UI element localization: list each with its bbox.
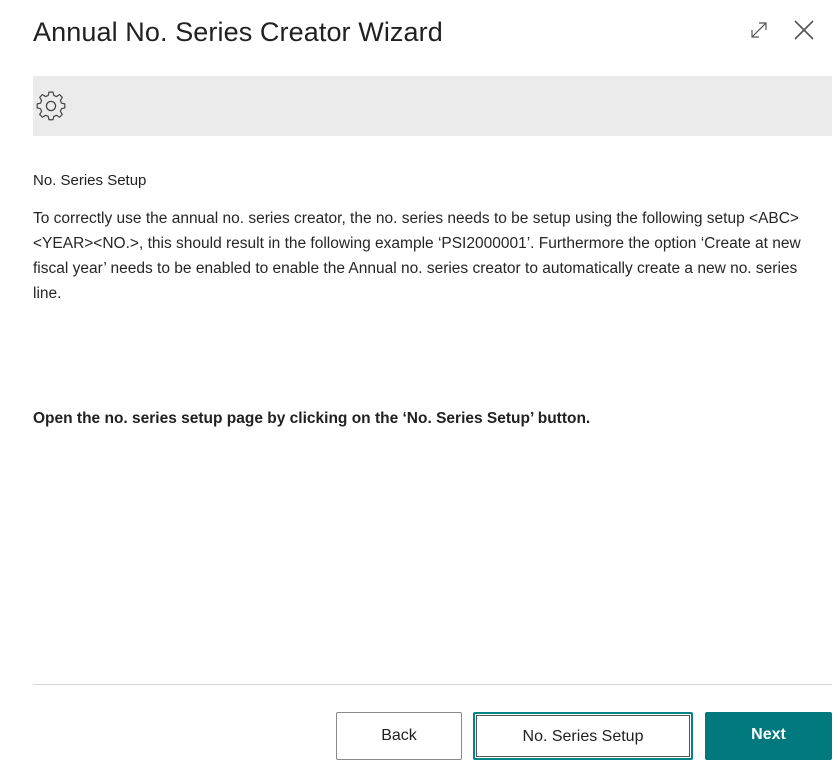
next-button-label: Next xyxy=(751,726,786,743)
footer-divider xyxy=(33,684,832,685)
back-button-label: Back xyxy=(381,727,417,744)
close-icon[interactable] xyxy=(788,14,820,46)
no-series-setup-button-label: No. Series Setup xyxy=(522,728,644,745)
dialog-title: Annual No. Series Creator Wizard xyxy=(33,17,443,47)
description-text: To correctly use the annual no. series c… xyxy=(33,210,801,302)
gear-icon xyxy=(36,91,66,121)
instruction-text: Open the no. series setup page by clicki… xyxy=(33,410,591,427)
section-heading: No. Series Setup xyxy=(33,172,147,189)
wizard-banner xyxy=(33,76,832,136)
wizard-dialog: Annual No. Series Creator Wizard No. Ser… xyxy=(0,0,839,760)
expand-icon[interactable] xyxy=(743,14,775,46)
